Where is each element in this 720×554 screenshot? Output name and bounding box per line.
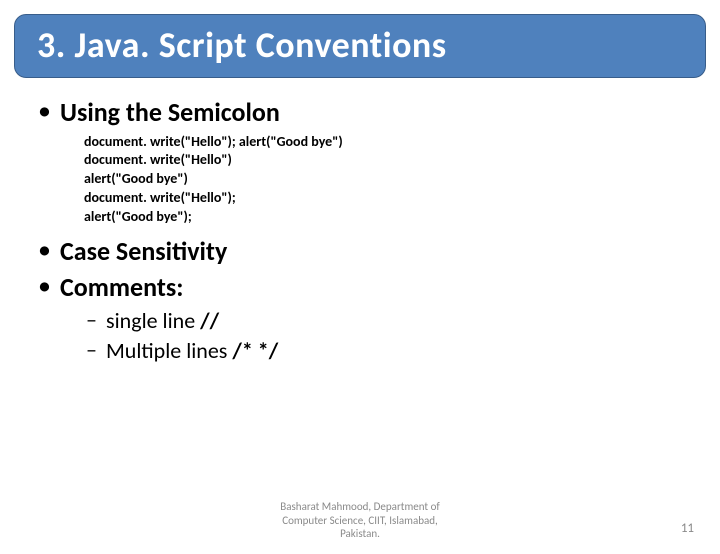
footer-line: Pakistan. (0, 527, 720, 540)
bullet-comments: Comments: single line // Multiple lines … (36, 271, 684, 365)
bullet-heading: Using the Semicolon (60, 96, 684, 129)
code-block: document. write("Hello"); alert("Good by… (84, 133, 684, 227)
code-line: alert("Good bye"); (84, 208, 684, 227)
sub-bold: // (200, 307, 219, 334)
code-line: alert("Good bye") (84, 170, 684, 189)
code-line: document. write("Hello"); alert("Good by… (84, 133, 684, 152)
code-line: document. write("Hello"); (84, 189, 684, 208)
footer-line: Basharat Mahmood, Department of (0, 500, 720, 513)
sub-text: single line (106, 307, 200, 334)
slide-title-bar: 3. Java. Script Conventions (14, 14, 706, 78)
sub-bullet: single line // (86, 306, 684, 336)
footer-line: Computer Science, CIIT, Islamabad, (0, 514, 720, 527)
slide-footer: Basharat Mahmood, Department of Computer… (0, 500, 720, 540)
sub-text: Multiple lines (106, 337, 232, 364)
bullet-heading: Case Sensitivity (60, 235, 684, 268)
bullet-case: Case Sensitivity (36, 235, 684, 268)
bullet-semicolon: Using the Semicolon document. write("Hel… (36, 96, 684, 227)
code-line: document. write("Hello") (84, 151, 684, 170)
sub-bold: /* */ (232, 337, 278, 364)
slide-title: 3. Java. Script Conventions (37, 23, 683, 67)
bullet-heading: Comments: (60, 271, 684, 304)
sub-bullet: Multiple lines /* */ (86, 336, 684, 366)
slide-content: Using the Semicolon document. write("Hel… (0, 78, 720, 365)
page-number: 11 (681, 521, 694, 536)
